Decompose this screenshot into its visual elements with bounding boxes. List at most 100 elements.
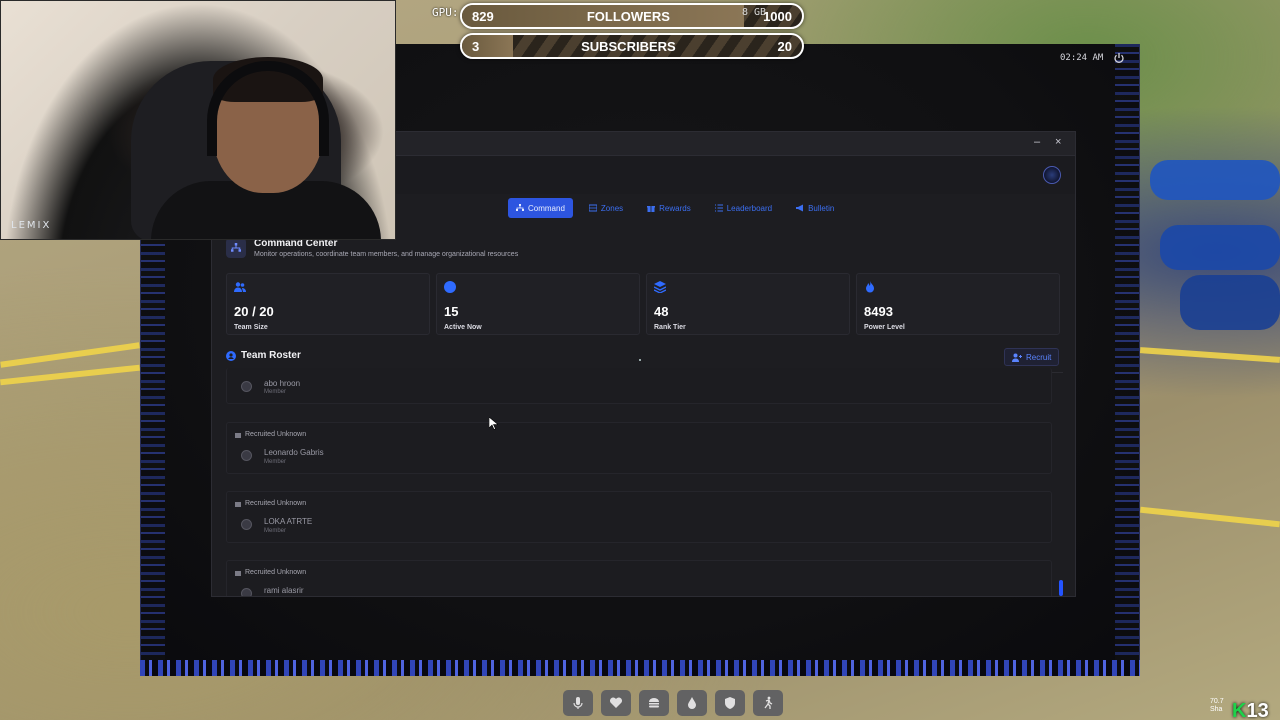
calendar-icon bbox=[235, 501, 241, 507]
mouse-cursor-icon bbox=[489, 417, 498, 430]
cursor-dot bbox=[639, 359, 641, 361]
scrollbar[interactable] bbox=[1059, 580, 1063, 596]
section-header: Command Center Monitor operations, coord… bbox=[226, 238, 518, 258]
power-icon[interactable] bbox=[1113, 52, 1125, 64]
stat-label: Active Now bbox=[444, 324, 482, 331]
hud-voice bbox=[563, 690, 593, 716]
gpu-label: GPU: bbox=[432, 6, 459, 19]
followers-current: 829 bbox=[472, 8, 494, 24]
running-icon bbox=[764, 696, 773, 709]
stat-label: Power Level bbox=[864, 324, 905, 331]
fire-icon bbox=[866, 281, 874, 293]
tab-label: Bulletin bbox=[808, 203, 835, 213]
org-logo bbox=[1043, 166, 1061, 184]
tab-command[interactable]: Command bbox=[508, 198, 573, 218]
road-lane-marking bbox=[1140, 506, 1280, 528]
member-role: Member bbox=[264, 389, 287, 395]
tab-rewards[interactable]: Rewards bbox=[639, 198, 699, 218]
recruit-button[interactable]: Recruit bbox=[1004, 348, 1060, 366]
stats-row: 20 / 20 Team Size 15 Active Now 48 Rank … bbox=[226, 273, 1060, 335]
shield-icon bbox=[725, 697, 735, 709]
recruited-info: Recruited Unknown bbox=[235, 500, 306, 507]
roster-title: Team Roster bbox=[241, 350, 301, 361]
road-lane-marking bbox=[1139, 347, 1280, 363]
list-item[interactable]: Recruited Unknown rami alasrir bbox=[226, 560, 1052, 596]
burger-icon bbox=[649, 698, 659, 708]
recruited-info: Recruited Unknown bbox=[235, 431, 306, 438]
stat-value: 20 / 20 bbox=[234, 304, 274, 319]
tablet-clock: 02:24 AM bbox=[1060, 53, 1104, 63]
subscribers-label: SUBSCRIBERS bbox=[581, 38, 676, 54]
stat-value: 48 bbox=[654, 304, 669, 319]
status-hud bbox=[563, 690, 783, 716]
member-role: Member bbox=[264, 528, 287, 534]
stat-label: Team Size bbox=[234, 324, 268, 331]
grid-icon bbox=[588, 204, 597, 212]
member-name: Leonardo Gabris bbox=[264, 448, 324, 457]
tab-label: Command bbox=[528, 203, 565, 213]
stat-value: 15 bbox=[444, 304, 459, 319]
users-icon bbox=[234, 282, 246, 292]
gift-icon bbox=[647, 206, 656, 212]
subscribers-progress-fill bbox=[462, 35, 513, 57]
tab-label: Zones bbox=[600, 203, 624, 213]
calendar-icon bbox=[235, 570, 241, 576]
parked-car bbox=[1160, 225, 1280, 270]
water-drop-icon bbox=[688, 697, 696, 709]
avatar bbox=[241, 588, 252, 596]
list-icon bbox=[714, 204, 723, 212]
hud-armor bbox=[715, 690, 745, 716]
recruited-info: Recruited Unknown bbox=[235, 569, 306, 576]
webcam-watermark: LEMIX bbox=[11, 220, 52, 231]
status-dot-icon bbox=[444, 281, 456, 293]
server-badge: K13 bbox=[1232, 700, 1269, 720]
tab-leaderboard[interactable]: Leaderboard bbox=[707, 198, 780, 218]
member-name: abo hroon bbox=[264, 379, 301, 388]
roster-header: Team Roster bbox=[226, 350, 301, 361]
user-plus-icon bbox=[1012, 353, 1022, 362]
k-logo-icon: K bbox=[1232, 700, 1247, 720]
parked-car bbox=[1180, 275, 1280, 330]
tablet-bottom-edge bbox=[140, 660, 1140, 676]
avatar bbox=[241, 519, 252, 530]
stat-card-team-size: 20 / 20 Team Size bbox=[226, 273, 430, 335]
avatar bbox=[241, 450, 252, 461]
stat-label: Rank Tier bbox=[654, 324, 686, 331]
minimize-button[interactable]: – bbox=[1034, 136, 1040, 148]
member-name: rami alasrir bbox=[264, 586, 304, 595]
list-item[interactable]: Recruited Unknown LOKA ATRTE Member bbox=[226, 491, 1052, 543]
sitemap-icon bbox=[226, 238, 246, 258]
hud-stamina bbox=[753, 690, 783, 716]
stat-card-power-level: 8493 Power Level bbox=[856, 273, 1060, 335]
tab-zones[interactable]: Zones bbox=[581, 198, 631, 218]
hud-thirst bbox=[677, 690, 707, 716]
hud-health bbox=[601, 690, 631, 716]
subscribers-current: 3 bbox=[472, 38, 480, 54]
road-lane-marking bbox=[0, 364, 140, 386]
road-lane-marking bbox=[0, 342, 140, 368]
calendar-icon bbox=[235, 432, 241, 438]
followers-label: FOLLOWERS bbox=[586, 8, 670, 24]
avatar bbox=[241, 381, 252, 392]
recruit-label: Recruit bbox=[1026, 352, 1052, 362]
list-item[interactable]: Recruited Unknown Leonardo Gabris Member bbox=[226, 422, 1052, 474]
member-role: Member bbox=[264, 459, 287, 465]
fps-overlay: 70.7 Sha bbox=[1210, 698, 1224, 713]
sitemap-icon bbox=[516, 204, 524, 211]
stat-card-rank-tier: 48 Rank Tier bbox=[646, 273, 850, 335]
parked-car bbox=[1150, 160, 1280, 200]
user-circle-icon bbox=[226, 350, 236, 361]
list-item[interactable]: abo hroon Member bbox=[226, 368, 1052, 404]
stat-value: 8493 bbox=[864, 304, 893, 319]
close-button[interactable]: × bbox=[1055, 136, 1061, 148]
subscribers-goal-bar: 3 SUBSCRIBERS 20 bbox=[460, 33, 804, 59]
layers-icon bbox=[653, 281, 667, 294]
member-name: LOKA ATRTE bbox=[264, 517, 313, 526]
tab-label: Rewards bbox=[659, 203, 691, 213]
megaphone-icon bbox=[796, 204, 804, 212]
microphone-icon bbox=[573, 697, 583, 709]
tab-bulletin[interactable]: Bulletin bbox=[788, 198, 842, 218]
webcam-overlay: LEMIX bbox=[0, 0, 396, 240]
hud-hunger bbox=[639, 690, 669, 716]
heart-icon bbox=[609, 697, 623, 708]
